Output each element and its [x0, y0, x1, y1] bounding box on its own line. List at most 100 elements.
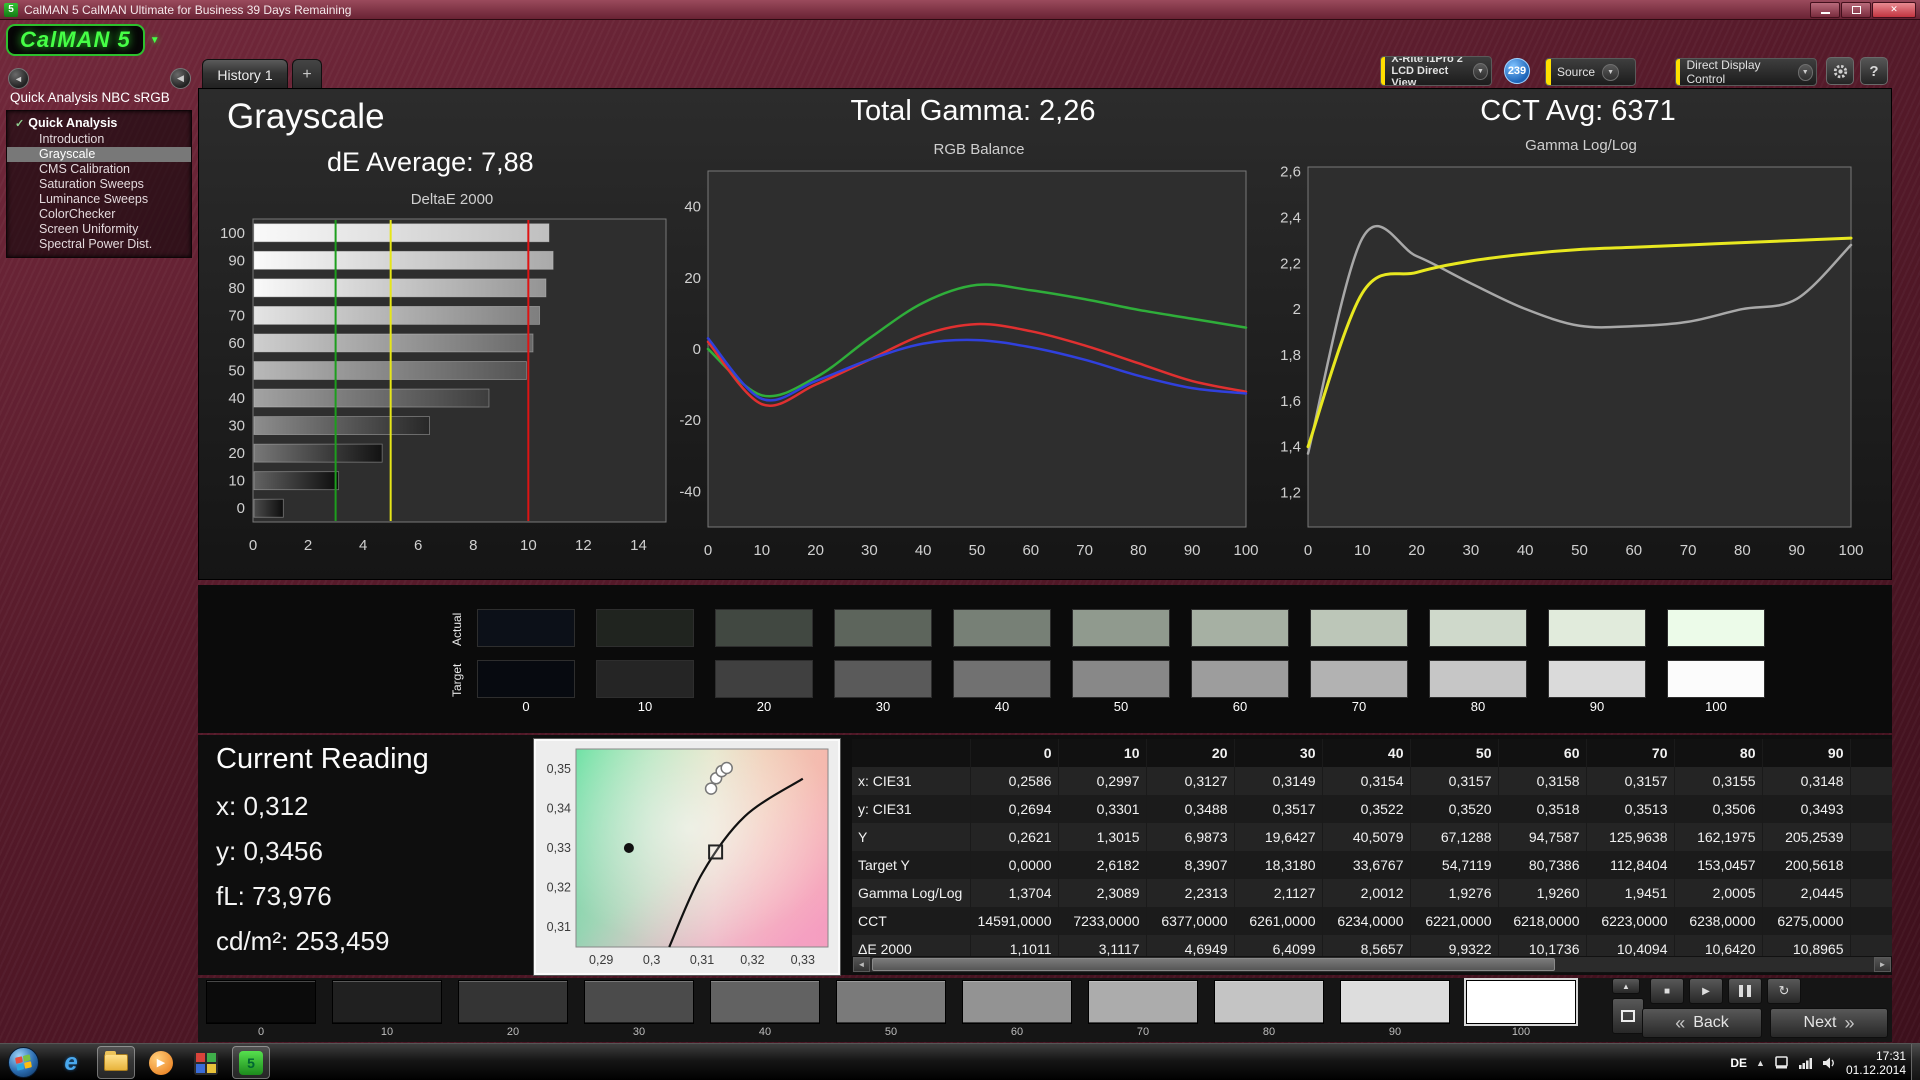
pattern-tile-90[interactable]: 90: [1340, 980, 1450, 1038]
sidebar-item-colorchecker[interactable]: ColorChecker: [7, 207, 191, 222]
action-center-icon[interactable]: [1774, 1055, 1789, 1070]
table-column-header: 10: [1058, 739, 1147, 767]
maximize-button[interactable]: [1841, 1, 1871, 18]
taskbar-color-app-button[interactable]: [187, 1046, 225, 1079]
svg-text:40: 40: [915, 542, 932, 559]
svg-text:30: 30: [861, 542, 878, 559]
table-cell: 2,2313: [1146, 879, 1235, 907]
pattern-swatch[interactable]: [1088, 980, 1198, 1024]
display-control-dropdown[interactable]: Direct Display Control ▼: [1675, 58, 1817, 86]
pattern-swatch[interactable]: [1340, 980, 1450, 1024]
taskbar-calman-button[interactable]: 5: [232, 1046, 270, 1079]
pattern-swatch[interactable]: [962, 980, 1072, 1024]
pattern-swatch[interactable]: [836, 980, 946, 1024]
sidebar-root-item[interactable]: ✓ Quick Analysis: [7, 115, 191, 132]
close-button[interactable]: ✕: [1872, 1, 1916, 18]
scrollbar-thumb[interactable]: [872, 958, 1555, 971]
pattern-tile-100[interactable]: 100: [1466, 980, 1576, 1038]
meter-count-badge[interactable]: 239: [1504, 58, 1530, 84]
pattern-tile-60[interactable]: 60: [962, 980, 1072, 1038]
pattern-tile-label: 100: [1511, 1026, 1531, 1038]
language-indicator[interactable]: DE: [1730, 1056, 1747, 1070]
sidebar-tree-items: Introduction Grayscale CMS Calibration Satu…: [7, 132, 191, 252]
svg-text:10: 10: [228, 473, 245, 490]
table-cell: 0,0000: [970, 851, 1059, 879]
pattern-swatch[interactable]: [1214, 980, 1324, 1024]
pattern-tile-40[interactable]: 40: [710, 980, 820, 1038]
sidebar-item-spectral-power-dist-[interactable]: Spectral Power Dist.: [7, 237, 191, 252]
taskbar-media-player-button[interactable]: ▶: [142, 1046, 180, 1079]
actual-swatch-row: [477, 609, 1765, 647]
help-button[interactable]: ?: [1860, 57, 1888, 85]
meter-dropdown[interactable]: X-Rite i1Pro 2 LCD Direct View ▼: [1380, 56, 1492, 86]
pattern-tile-10[interactable]: 10: [332, 980, 442, 1038]
network-icon[interactable]: [1798, 1056, 1813, 1070]
tab-history-1[interactable]: History 1: [202, 59, 288, 89]
sidebar-item-luminance-sweeps[interactable]: Luminance Sweeps: [7, 192, 191, 207]
chevron-down-icon[interactable]: ▼: [1602, 63, 1620, 81]
pattern-swatch[interactable]: [710, 980, 820, 1024]
settings-button[interactable]: [1826, 57, 1854, 85]
chevron-down-icon[interactable]: ▼: [1797, 63, 1813, 81]
sidebar-item-introduction[interactable]: Introduction: [7, 132, 191, 147]
scrollbar-track[interactable]: [870, 957, 1874, 972]
swatch: [834, 609, 932, 647]
svg-text:0,33: 0,33: [547, 841, 571, 855]
tray-expand-icon[interactable]: ▲: [1756, 1058, 1765, 1068]
show-desktop-button[interactable]: [1911, 1044, 1920, 1080]
svg-text:1,2: 1,2: [1280, 485, 1301, 502]
pattern-tile-30[interactable]: 30: [584, 980, 694, 1038]
scroll-right-icon[interactable]: ►: [1874, 957, 1891, 972]
play-button[interactable]: ▶: [1689, 978, 1723, 1004]
pattern-up-button[interactable]: ▲: [1612, 978, 1640, 994]
tab-add-button[interactable]: +: [292, 59, 322, 89]
table-cell: 0,3520: [1410, 795, 1499, 823]
pattern-swatch[interactable]: [458, 980, 568, 1024]
taskbar-ie-button[interactable]: e: [52, 1046, 90, 1079]
pattern-window-button[interactable]: [1612, 998, 1644, 1034]
svg-text:100: 100: [220, 225, 245, 242]
swatch: [596, 609, 694, 647]
actual-row-label: Actual: [450, 612, 464, 646]
start-button[interactable]: [8, 1047, 39, 1078]
pattern-swatch[interactable]: [1466, 980, 1576, 1024]
swatch: [1548, 609, 1646, 647]
table-row-label: y: CIE31: [852, 795, 971, 823]
stop-button[interactable]: ■: [1650, 978, 1684, 1004]
pattern-swatch[interactable]: [206, 980, 316, 1024]
sidebar-item-cms-calibration[interactable]: CMS Calibration: [7, 162, 191, 177]
pattern-swatch[interactable]: [584, 980, 694, 1024]
sidebar-item-grayscale[interactable]: Grayscale: [7, 147, 191, 162]
pattern-tile-0[interactable]: 0: [206, 980, 316, 1038]
source-dropdown[interactable]: Source ▼: [1545, 58, 1636, 86]
table-cell: 7233,0000: [1058, 907, 1147, 935]
back-button[interactable]: « Back: [1642, 1008, 1762, 1038]
window-titlebar[interactable]: 5 CalMAN 5 CalMAN Ultimate for Business …: [0, 0, 1920, 20]
table-row: x: CIE31 0,2586 0,2997 0,3127 0,3149 0,3154 0,…: [852, 767, 1892, 795]
taskbar-explorer-button[interactable]: [97, 1046, 135, 1079]
pause-icon: [1739, 985, 1743, 997]
pause-button[interactable]: [1728, 978, 1762, 1004]
deltae-bar-chart: 10090807060504030201000 2 4 6 8 10 12 14: [220, 218, 667, 554]
pattern-swatch[interactable]: [332, 980, 442, 1024]
svg-text:30: 30: [1463, 542, 1480, 559]
chevron-down-icon[interactable]: ▼: [1472, 62, 1488, 80]
table-horizontal-scrollbar[interactable]: ◄ ►: [852, 956, 1892, 973]
loop-button[interactable]: ↻: [1767, 978, 1801, 1004]
speaker-icon[interactable]: [1822, 1056, 1837, 1070]
sidebar-item-screen-uniformity[interactable]: Screen Uniformity: [7, 222, 191, 237]
minimize-button[interactable]: [1810, 1, 1840, 18]
pattern-tile-70[interactable]: 70: [1088, 980, 1198, 1038]
total-gamma-stat: Total Gamma: 2,26: [850, 95, 1096, 127]
sidebar-collapse-button[interactable]: ◀: [170, 68, 191, 89]
nav-back-button[interactable]: ◄: [8, 68, 29, 89]
pattern-tile-20[interactable]: 20: [458, 980, 568, 1038]
logo-dropdown-icon[interactable]: ▼: [150, 35, 160, 46]
pattern-tile-80[interactable]: 80: [1214, 980, 1324, 1038]
taskbar-clock[interactable]: 17:31 01.12.2014: [1846, 1049, 1906, 1077]
next-button[interactable]: Next »: [1770, 1008, 1888, 1038]
table-cell: 80,7386: [1498, 851, 1587, 879]
sidebar-item-saturation-sweeps[interactable]: Saturation Sweeps: [7, 177, 191, 192]
scroll-left-icon[interactable]: ◄: [853, 957, 870, 972]
pattern-tile-50[interactable]: 50: [836, 980, 946, 1038]
